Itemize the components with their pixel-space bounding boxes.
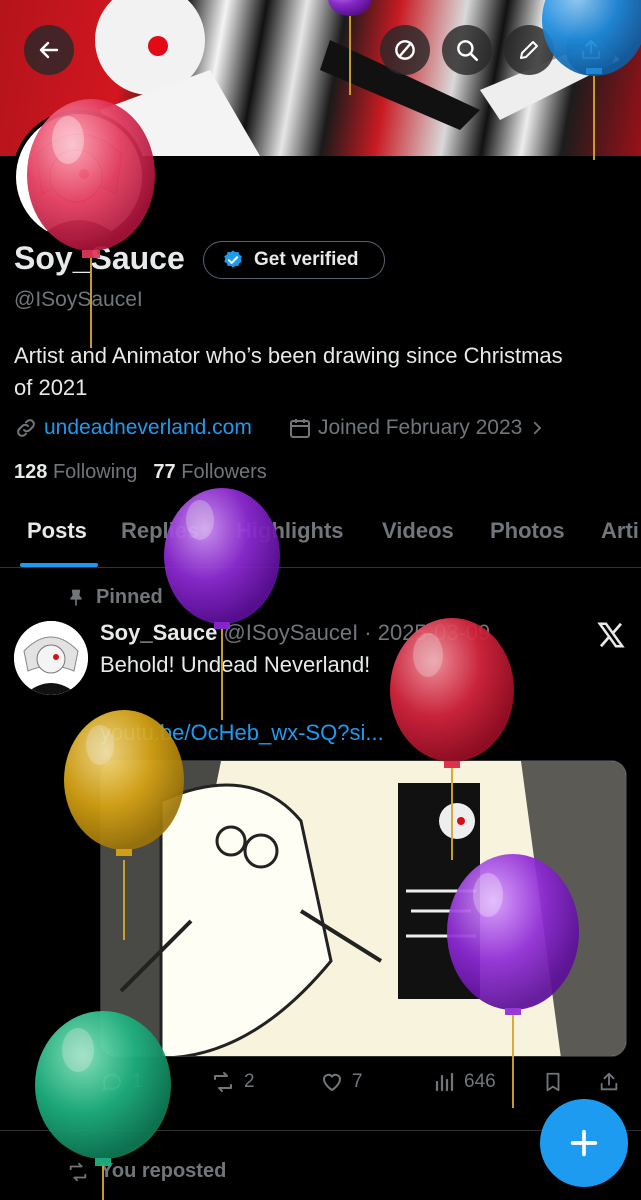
verified-badge-icon: [224, 250, 242, 268]
following-link[interactable]: 128 Following: [14, 461, 137, 484]
repost-label: You reposted: [100, 1160, 227, 1182]
pencil-icon: [520, 41, 538, 59]
followers-link[interactable]: 77 Followers: [153, 461, 266, 484]
repost-icon: [69, 1162, 87, 1181]
website-meta: undeadneverland.com: [14, 416, 252, 440]
repost-button[interactable]: 2: [210, 1070, 255, 1094]
post-date[interactable]: · 2025-03-09: [364, 620, 490, 646]
post-share-button[interactable]: [598, 1070, 620, 1094]
back-button[interactable]: [24, 25, 74, 75]
get-verified-button[interactable]: Get verified: [203, 241, 385, 279]
arrow-left-icon: [39, 41, 59, 59]
edit-button[interactable]: [504, 25, 554, 75]
views-button[interactable]: 646: [432, 1070, 496, 1094]
post-author-handle[interactable]: @ISoySauceI: [223, 620, 358, 646]
calendar-icon: [290, 419, 310, 438]
post-link[interactable]: youtu.be/OcHeb_wx-SQ?si...: [100, 720, 384, 746]
tab-highlights[interactable]: Highlights: [236, 518, 344, 544]
joined-meta[interactable]: Joined February 2023: [288, 416, 546, 440]
search-button[interactable]: [442, 25, 492, 75]
reply-button[interactable]: 1: [100, 1070, 143, 1094]
link-icon: [17, 419, 35, 437]
get-verified-label: Get verified: [254, 249, 359, 270]
post-media-image[interactable]: [100, 760, 627, 1057]
repost-indicator: You reposted: [66, 1160, 226, 1183]
tab-photos[interactable]: Photos: [490, 518, 565, 544]
views-count: 646: [464, 1071, 496, 1092]
pin-icon: [70, 589, 82, 605]
circle-slash-icon: [395, 40, 415, 60]
post-author-name[interactable]: Soy_Sauce: [100, 620, 217, 646]
followers-label: Followers: [181, 461, 267, 483]
compose-button[interactable]: [540, 1099, 628, 1187]
mute-button[interactable]: [380, 25, 430, 75]
reply-icon: [102, 1073, 121, 1092]
post-text: Behold! Undead Neverland!: [100, 652, 371, 677]
bookmark-icon: [546, 1072, 560, 1092]
post-actions: 1 2 7 646: [100, 1070, 630, 1102]
tab-posts[interactable]: Posts: [27, 518, 87, 544]
joined-date: Joined February 2023: [318, 416, 523, 439]
views-icon: [435, 1072, 454, 1092]
pinned-label: Pinned: [96, 586, 163, 608]
search-icon: [457, 40, 479, 62]
follow-counts: 128 Following 77 Followers: [14, 461, 267, 484]
tab-articles[interactable]: Arti: [601, 518, 639, 544]
tab-videos[interactable]: Videos: [382, 518, 454, 544]
following-label: Following: [52, 461, 138, 483]
profile-handle: @ISoySauceI: [14, 288, 143, 311]
website-link[interactable]: undeadneverland.com: [44, 416, 252, 440]
like-button[interactable]: 7: [320, 1070, 363, 1094]
plus-icon: [570, 1129, 598, 1157]
reply-count: 1: [132, 1071, 143, 1092]
tab-replies[interactable]: Replies: [121, 518, 199, 544]
pinned-indicator: Pinned: [66, 586, 163, 609]
post-author-avatar[interactable]: [14, 621, 88, 695]
active-tab-indicator: [20, 563, 98, 567]
profile-bio: Artist and Animator who’s been drawing s…: [14, 343, 563, 400]
display-name: Soy_Sauce: [14, 240, 185, 276]
chevron-right-icon: [534, 421, 542, 435]
like-count: 7: [352, 1071, 363, 1092]
heart-icon: [322, 1073, 342, 1092]
post-header: Soy_Sauce @ISoySauceI · 2025-03-09: [100, 620, 490, 646]
profile-tabs: Posts Replies Highlights Videos Photos A…: [0, 500, 641, 568]
repost-count: 2: [244, 1071, 255, 1092]
repost-icon: [214, 1072, 232, 1092]
followers-count: 77: [153, 461, 176, 483]
share-icon: [581, 39, 601, 60]
x-logo-icon: [597, 622, 625, 648]
share-button[interactable]: [566, 25, 616, 75]
following-count: 128: [14, 461, 48, 483]
share-icon: [600, 1072, 618, 1091]
bookmark-button[interactable]: [542, 1070, 564, 1094]
profile-avatar[interactable]: [12, 110, 146, 244]
